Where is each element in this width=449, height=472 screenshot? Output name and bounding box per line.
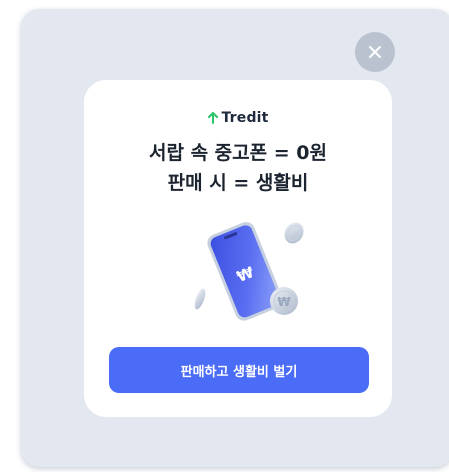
- promo-card: Tredit 서랍 속 중고폰 = 0원 판매 시 = 생활비 ₩ ₩ 판매하고…: [84, 80, 392, 417]
- svg-text:₩: ₩: [277, 295, 291, 309]
- close-icon: [369, 46, 381, 58]
- headline-line-2: 판매 시 = 생활비: [167, 172, 309, 194]
- logo-text: Tredit: [221, 110, 269, 126]
- close-button[interactable]: [355, 32, 395, 72]
- headline-line-1: 서랍 속 중고폰 = 0원: [149, 142, 327, 164]
- brand-logo: Tredit: [84, 110, 392, 126]
- tredit-logo-icon: [208, 112, 219, 124]
- phone-with-won-coins-illustration: ₩ ₩: [194, 222, 304, 321]
- sell-and-earn-button[interactable]: 판매하고 생활비 벌기: [109, 347, 369, 393]
